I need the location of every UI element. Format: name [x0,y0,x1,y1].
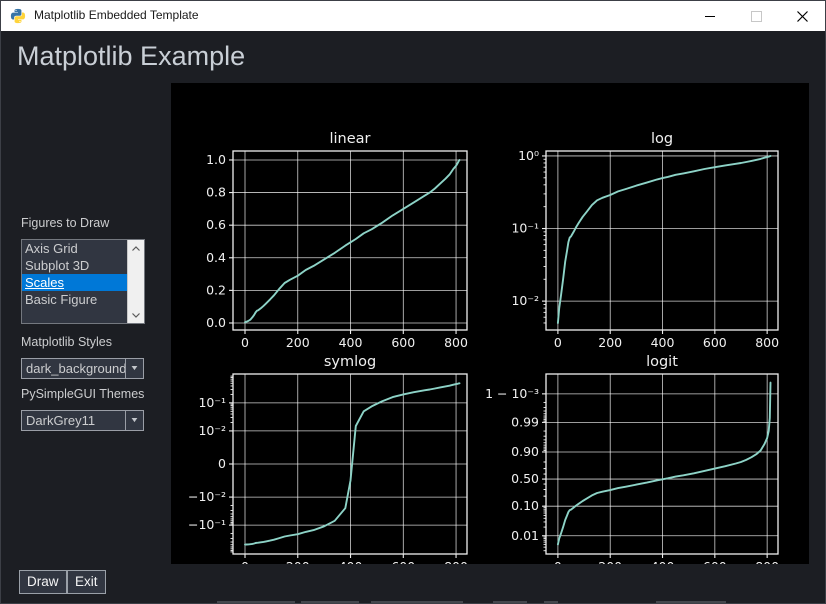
window-title: Matplotlib Embedded Template [34,8,199,22]
listbox-item-axis-grid[interactable]: Axis Grid [22,240,127,257]
figures-listbox-label: Figures to Draw [21,216,109,230]
svg-text:200: 200 [598,559,622,564]
svg-text:10⁻²: 10⁻² [511,293,539,308]
svg-text:0.01: 0.01 [511,528,539,543]
page-title: Matplotlib Example [17,41,245,72]
svg-text:600: 600 [703,559,727,564]
minimize-button[interactable] [687,1,733,31]
themes-combo-button[interactable]: ▼ [125,411,143,430]
combo-arrow-down-icon: ▼ [130,365,140,372]
svg-text:0.10: 0.10 [511,498,539,513]
svg-text:400: 400 [651,335,675,350]
svg-text:0.90: 0.90 [511,444,539,459]
chevron-down-icon [132,313,140,318]
svg-text:1.0: 1.0 [206,152,226,167]
svg-text:0: 0 [554,559,562,564]
titlebar[interactable]: Matplotlib Embedded Template [1,1,825,31]
svg-text:−10⁻¹: −10⁻¹ [188,517,226,532]
close-button[interactable] [779,1,825,31]
svg-text:400: 400 [339,559,363,564]
figures-listbox-frame: Axis GridSubplot 3DScalesBasic Figure [21,239,145,324]
svg-text:200: 200 [598,335,622,350]
themes-combo[interactable]: DarkGrey11 ▼ [21,410,144,431]
themes-combo-value: DarkGrey11 [22,411,125,430]
svg-text:800: 800 [755,559,779,564]
svg-text:logit: logit [646,354,678,370]
svg-text:600: 600 [391,559,415,564]
svg-text:0: 0 [241,559,249,564]
svg-text:10⁰: 10⁰ [518,148,539,163]
maximize-button[interactable] [733,1,779,31]
listbox-item-subplot-3d[interactable]: Subplot 3D [22,257,127,274]
exit-button[interactable]: Exit [67,570,106,594]
svg-text:200: 200 [286,335,310,350]
svg-text:10⁻¹: 10⁻¹ [511,221,539,236]
svg-text:0.50: 0.50 [511,471,539,486]
styles-combo-value: dark_background [22,359,125,378]
themes-combo-label: PySimpleGUI Themes [21,387,144,401]
svg-text:0.0: 0.0 [206,315,226,330]
svg-text:0: 0 [218,456,226,471]
figures-listbox[interactable]: Axis GridSubplot 3DScalesBasic Figure [22,240,127,323]
svg-text:200: 200 [286,559,310,564]
scrollbar-up-button[interactable] [128,241,144,255]
svg-text:0: 0 [241,335,249,350]
svg-text:800: 800 [444,335,468,350]
svg-text:log: log [651,131,673,147]
combo-arrow-down-icon: ▼ [130,417,140,424]
draw-button[interactable]: Draw [19,570,67,594]
svg-text:0.6: 0.6 [206,217,226,232]
svg-text:10⁻²: 10⁻² [198,423,226,438]
svg-text:400: 400 [651,559,675,564]
maximize-icon [751,11,762,22]
svg-text:600: 600 [703,335,727,350]
svg-text:linear: linear [329,131,370,147]
svg-text:symlog: symlog [324,354,376,370]
window-controls [687,1,825,31]
scrollbar-down-button[interactable] [128,308,144,322]
svg-text:1 − 10⁻³: 1 − 10⁻³ [485,386,539,401]
styles-combo-label: Matplotlib Styles [21,335,112,349]
svg-text:−10⁻²: −10⁻² [188,489,226,504]
python-icon [10,8,26,24]
styles-combo[interactable]: dark_background ▼ [21,358,144,379]
matplotlib-figure: 0 200 400 600 800 0.0 0.2 0.4 0.6 0.8 1.0 linear 0 20… [171,83,809,564]
styles-combo-button[interactable]: ▼ [125,359,143,378]
figure-canvas: 0 200 400 600 800 0.0 0.2 0.4 0.6 0.8 1.0 linear 0 20… [171,83,809,564]
svg-text:10⁻¹: 10⁻¹ [198,395,226,410]
svg-text:600: 600 [391,335,415,350]
svg-text:0.99: 0.99 [511,414,539,429]
svg-text:0.2: 0.2 [206,282,226,297]
svg-text:0.8: 0.8 [206,185,226,200]
listbox-scrollbar[interactable] [127,240,144,323]
svg-text:800: 800 [755,335,779,350]
listbox-item-scales[interactable]: Scales [22,274,127,291]
svg-text:0: 0 [554,335,562,350]
main-content: Matplotlib Example Figures to Draw Axis … [1,31,825,604]
app-window: Matplotlib Embedded Template Matplotlib … [0,0,826,604]
chevron-up-icon [132,246,140,251]
minimize-icon [705,16,715,17]
close-icon [797,11,808,22]
listbox-item-basic-figure[interactable]: Basic Figure [22,291,127,308]
svg-text:0.4: 0.4 [206,250,226,265]
svg-text:800: 800 [444,559,468,564]
svg-text:400: 400 [339,335,363,350]
